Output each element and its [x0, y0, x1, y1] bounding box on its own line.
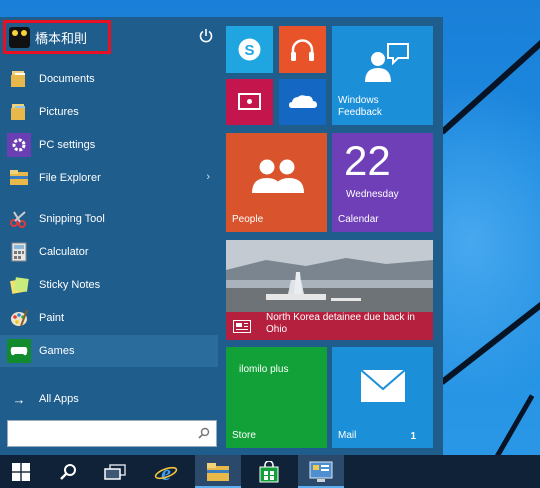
store-button[interactable]: [247, 455, 291, 488]
gamepad-icon: [7, 339, 31, 363]
gear-icon: [7, 133, 31, 157]
menu-item-pictures[interactable]: Pictures: [0, 96, 218, 128]
menu-item-pc-settings[interactable]: PC settings: [0, 129, 218, 161]
scissors-icon: [7, 207, 31, 231]
tile-label: Calendar: [338, 214, 379, 225]
tile-label: Mail: [338, 430, 357, 441]
menu-item-label: Sticky Notes: [39, 279, 101, 291]
all-apps-button[interactable]: → All Apps: [0, 383, 218, 415]
mail-icon: [360, 369, 406, 402]
menu-item-label: Snipping Tool: [39, 213, 105, 225]
start-left-pane: 橋本和則 Documents Pictures PC settings File…: [0, 17, 221, 455]
avatar: [9, 26, 30, 48]
news-headline: North Korea detainee due back in Ohio: [266, 312, 415, 335]
svg-text:S: S: [244, 42, 254, 59]
palette-icon: [7, 306, 31, 330]
tile-mail[interactable]: Mail 1: [332, 347, 433, 448]
menu-item-documents[interactable]: Documents: [0, 63, 218, 95]
menu-item-label: Pictures: [39, 106, 79, 118]
store-app-name: ilomilo plus: [239, 364, 289, 375]
search-icon[interactable]: [198, 427, 210, 439]
menu-item-label: Calculator: [39, 246, 89, 258]
tile-onedrive[interactable]: [279, 79, 326, 125]
task-view-button[interactable]: [94, 455, 136, 488]
arrow-right-icon: →: [12, 391, 26, 407]
menu-item-file-explorer[interactable]: File Explorer ›: [0, 162, 218, 194]
tile-video[interactable]: [226, 79, 273, 125]
internet-explorer-button[interactable]: e: [143, 455, 189, 488]
user-name: 橋本和則: [35, 30, 88, 46]
internet-explorer-icon: e: [154, 460, 178, 484]
cloud-icon: [289, 95, 317, 108]
search-input[interactable]: [12, 421, 192, 444]
file-explorer-icon: [7, 166, 31, 190]
menu-item-label: PC settings: [39, 139, 96, 151]
user-account[interactable]: 橋本和則: [3, 20, 111, 54]
menu-item-snipping-tool[interactable]: Snipping Tool: [0, 203, 218, 235]
menu-item-calculator[interactable]: Calculator: [0, 236, 218, 268]
file-explorer-icon: [207, 462, 229, 481]
all-apps-label: All Apps: [39, 393, 79, 405]
chevron-right-icon[interactable]: ›: [206, 171, 210, 183]
tile-windows-feedback[interactable]: Windows Feedback: [332, 26, 433, 125]
tile-news[interactable]: North Korea detainee due back in Ohio: [226, 240, 433, 340]
taskbar-search-button[interactable]: [48, 455, 88, 488]
menu-item-label: Games: [39, 345, 75, 357]
news-icon: [233, 320, 251, 333]
windows-logo-icon: [12, 462, 30, 481]
menu-item-label: Documents: [39, 73, 95, 85]
tile-skype[interactable]: S: [226, 26, 273, 73]
folder-documents-icon: [7, 67, 31, 91]
search-box[interactable]: [7, 420, 217, 447]
menu-item-label: File Explorer: [39, 172, 101, 184]
start-menu: 橋本和則 Documents Pictures PC settings File…: [0, 17, 443, 455]
headphones-icon: [291, 39, 314, 61]
tile-store[interactable]: ilomilo plus Store: [226, 347, 327, 448]
news-photo-airplane: [226, 240, 433, 312]
skype-icon: S: [238, 38, 261, 61]
tile-people[interactable]: People: [226, 133, 327, 232]
control-panel-icon: [309, 461, 333, 482]
calendar-day: 22: [344, 137, 391, 184]
calendar-weekday: Wednesday: [346, 189, 399, 200]
tile-music[interactable]: [279, 26, 326, 73]
menu-item-label: Paint: [39, 312, 65, 324]
wallpaper-line: [495, 394, 535, 455]
search-icon: [60, 463, 76, 480]
svg-text:e: e: [161, 460, 171, 484]
start-button[interactable]: [0, 455, 42, 488]
menu-item-sticky-notes[interactable]: Sticky Notes: [0, 269, 218, 301]
tile-calendar[interactable]: 22 Wednesday Calendar: [332, 133, 433, 232]
tile-label: Windows Feedback: [338, 95, 382, 118]
menu-item-paint[interactable]: Paint: [0, 302, 218, 334]
feedback-person-icon: [365, 43, 409, 82]
taskbar: e: [0, 455, 540, 488]
store-bag-icon: [259, 460, 279, 482]
tile-label: Store: [232, 430, 256, 441]
sticky-notes-icon: [7, 273, 31, 297]
video-icon: [238, 93, 261, 110]
power-icon[interactable]: [198, 28, 214, 44]
calculator-icon: [7, 240, 31, 264]
control-panel-button[interactable]: [298, 455, 344, 488]
task-view-icon: [104, 463, 126, 480]
menu-item-games[interactable]: Games: [0, 335, 218, 367]
mail-count-badge: 1: [410, 431, 416, 442]
folder-pictures-icon: [7, 100, 31, 124]
tile-label: People: [232, 214, 264, 225]
people-icon: [252, 159, 304, 193]
file-explorer-button[interactable]: [195, 455, 241, 488]
